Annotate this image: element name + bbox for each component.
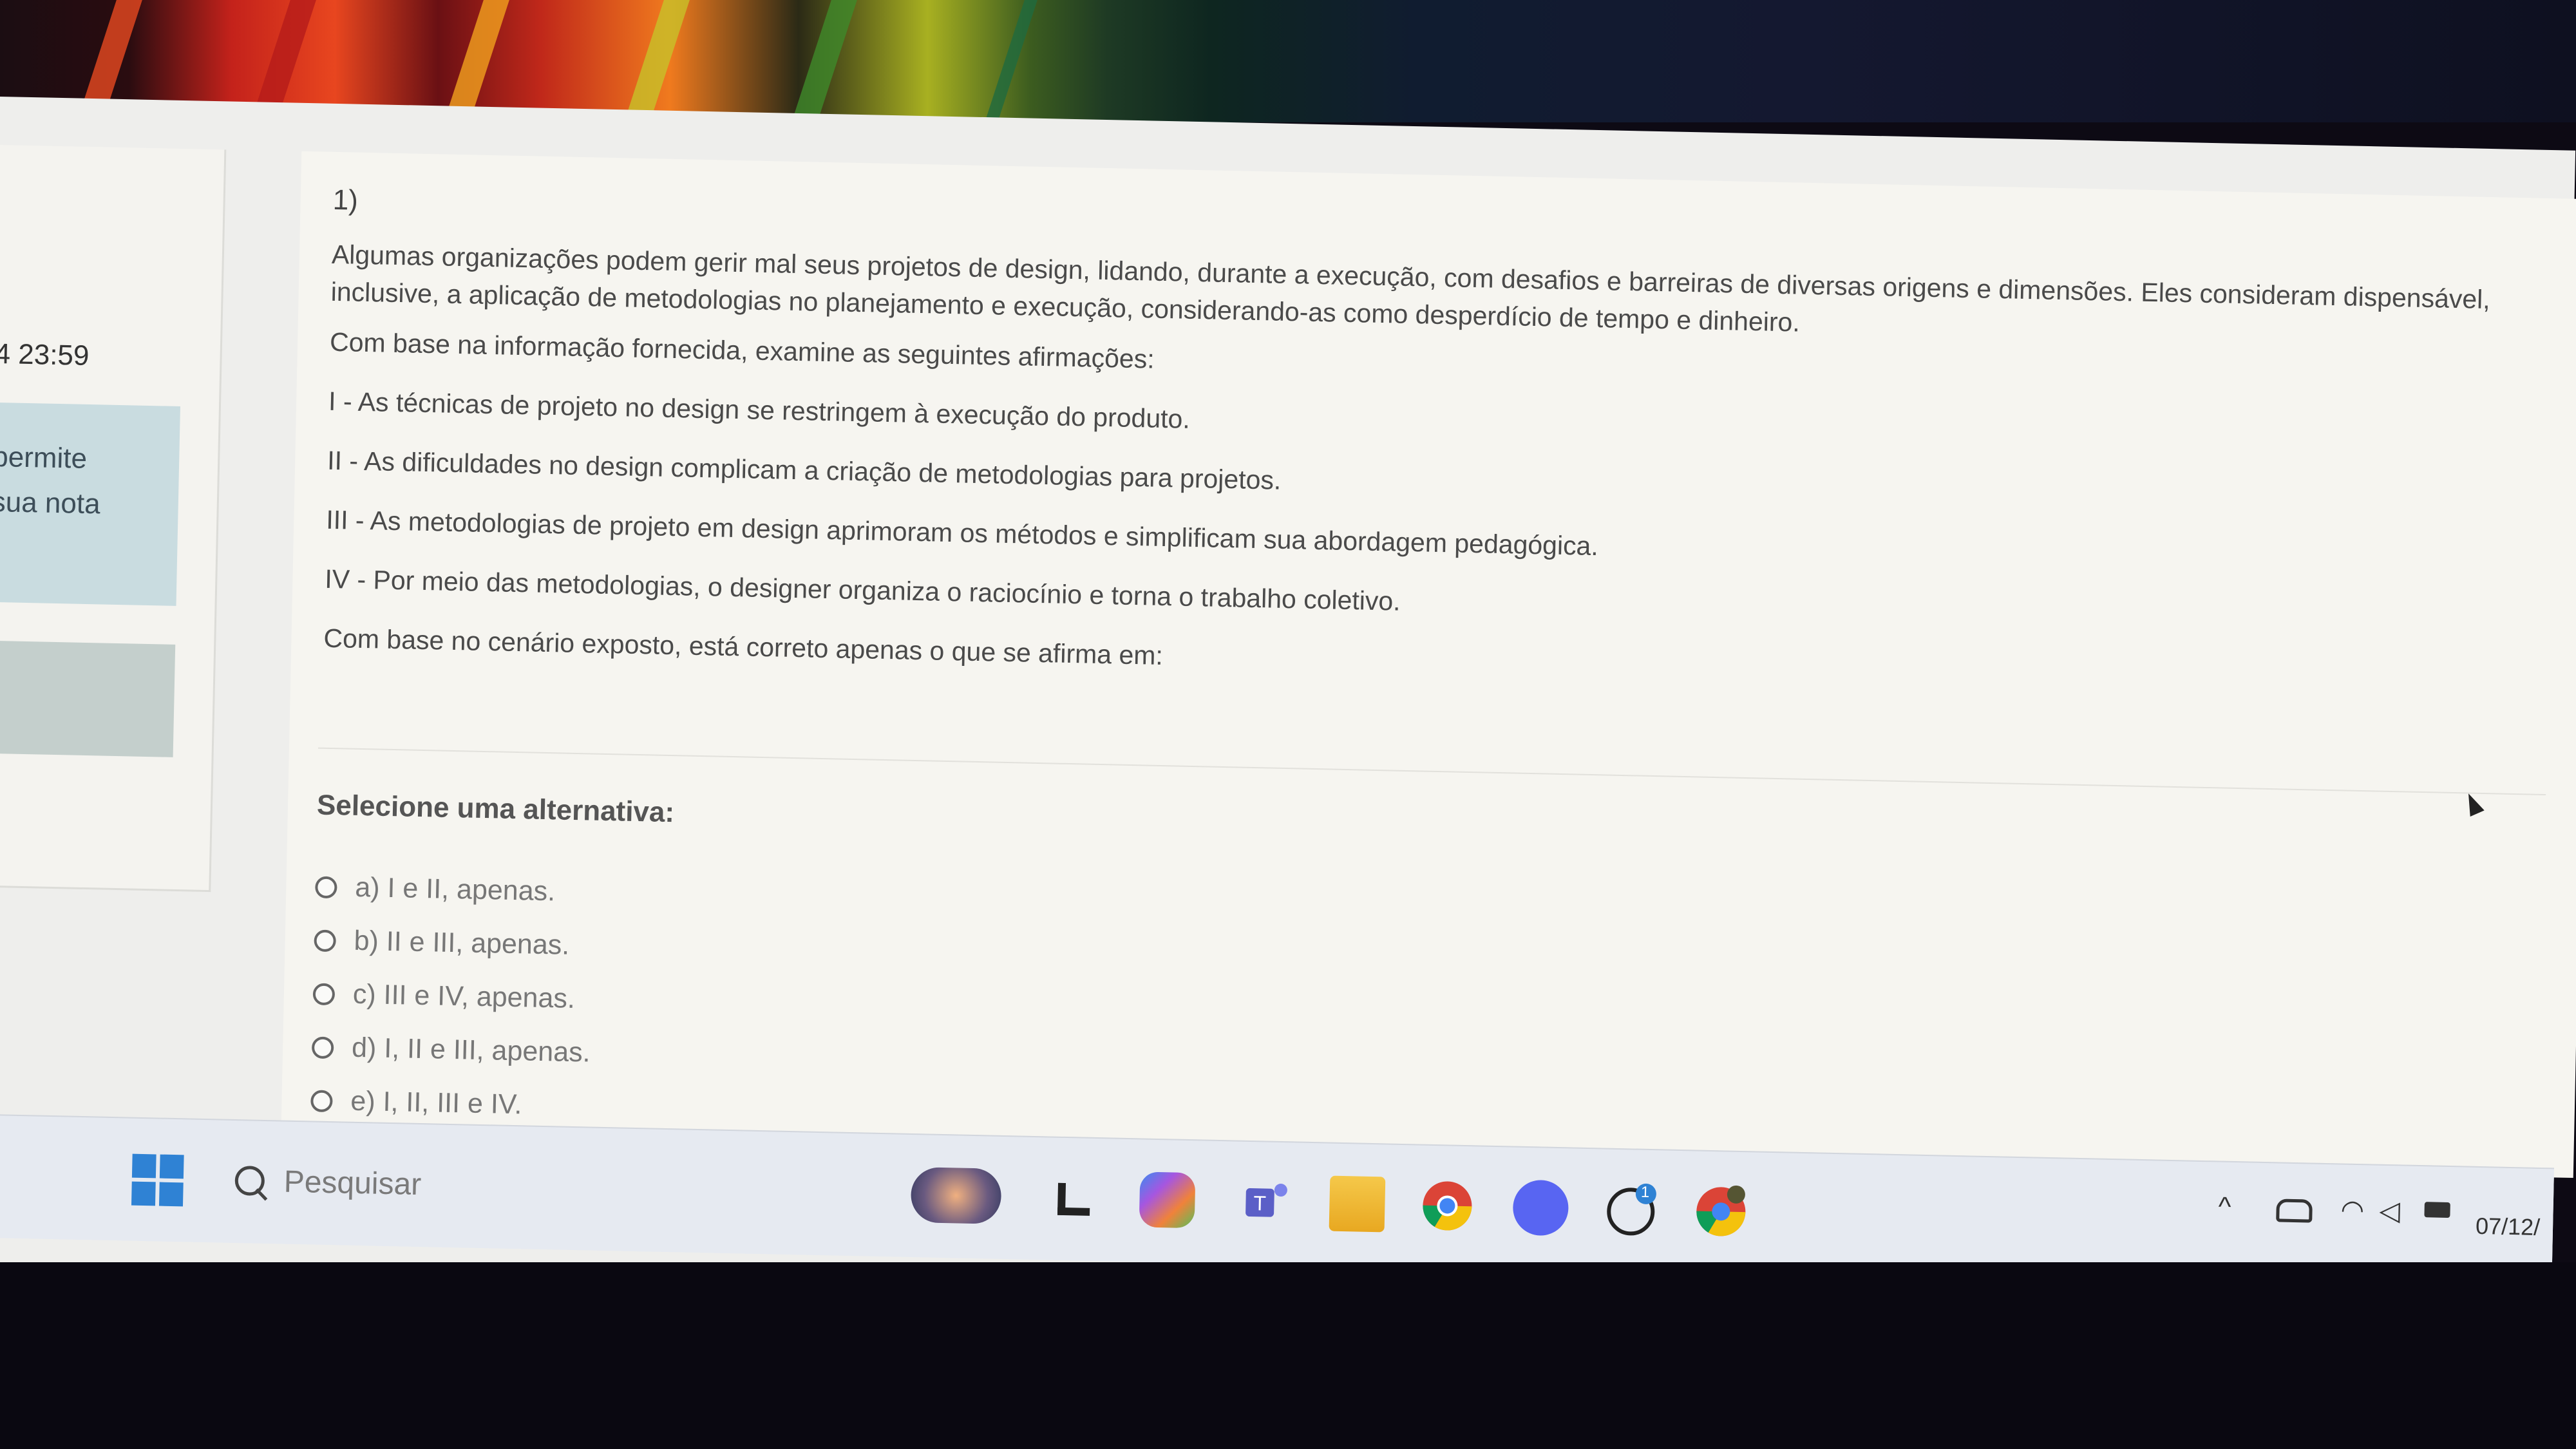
divider [317,747,2546,796]
tray-chevron-icon[interactable]: ^ [2218,1191,2231,1222]
windows-start-icon[interactable] [131,1153,184,1207]
svg-text:T: T [1253,1191,1266,1215]
task-view-icon[interactable] [1046,1170,1103,1226]
file-explorer-icon[interactable] [1329,1175,1386,1233]
volume-icon[interactable]: ◁ [2379,1195,2400,1227]
option-label: d) I, II e III, apenas. [351,1032,591,1068]
question-card: 1) Algumas organizações podem gerir mal … [281,151,2576,1179]
option-a[interactable]: a) I e II, apenas. [315,860,594,920]
onedrive-icon[interactable] [2276,1198,2313,1223]
sidebar-button-area[interactable] [0,640,176,757]
search-placeholder: Pesquisar [283,1164,422,1202]
wallpaper-stripe [985,0,1037,122]
wallpaper-stripe [444,0,509,122]
option-b[interactable]: b) II e III, apenas. [314,914,593,973]
answer-options: a) I e II, apenas. b) II e III, apenas. … [310,860,594,1133]
discord-icon[interactable] [1512,1179,1569,1236]
option-label: b) II e III, apenas. [354,925,570,961]
chrome-profile-icon[interactable] [1692,1183,1749,1240]
question-text: Algumas organizações podem gerir mal seu… [323,236,2547,725]
widget-icon[interactable] [910,1167,1002,1224]
chrome-icon[interactable] [1419,1178,1476,1235]
info-line: permite [0,440,88,475]
option-c[interactable]: c) III e IV, apenas. [312,967,592,1026]
option-label: e) I, II, III e IV. [350,1085,522,1121]
whatsapp-badge: 1 [1640,1183,1650,1202]
teams-icon[interactable]: T [1239,1174,1296,1231]
info-line: sua nota [0,486,101,520]
search-icon [234,1166,265,1196]
wallpaper-stripe [624,0,690,122]
select-alternative-label: Selecione uma alternativa: [316,789,675,829]
option-label: c) III e IV, apenas. [352,978,576,1015]
info-box: permite sua nota [0,402,180,606]
copilot-icon[interactable] [1139,1171,1196,1229]
desktop-wallpaper [0,0,2576,122]
monitor-bezel [0,1262,2576,1449]
battery-icon[interactable] [2424,1202,2450,1218]
left-sidebar-panel: 4 23:59 permite sua nota [0,144,227,893]
whatsapp-icon[interactable]: 1 [1602,1182,1659,1238]
wifi-icon[interactable]: ◠ [2340,1194,2365,1226]
mouse-cursor-icon [2461,790,2485,817]
option-d[interactable]: d) I, II e III, apenas. [311,1020,591,1079]
system-date[interactable]: 07/12/ [2476,1213,2541,1241]
radio-button[interactable] [314,929,337,952]
question-number: 1) [332,184,359,216]
radio-button[interactable] [310,1089,333,1112]
option-label: a) I e II, apenas. [354,871,556,907]
wallpaper-stripe [791,0,857,122]
taskbar-search-box[interactable]: Pesquisar [215,1144,667,1225]
radio-button[interactable] [311,1036,334,1059]
exam-timer: 4 23:59 [0,337,90,372]
radio-button[interactable] [315,876,337,898]
radio-button[interactable] [312,982,336,1005]
browser-screen: 4 23:59 permite sua nota 1) Algumas orga… [0,97,2576,1323]
